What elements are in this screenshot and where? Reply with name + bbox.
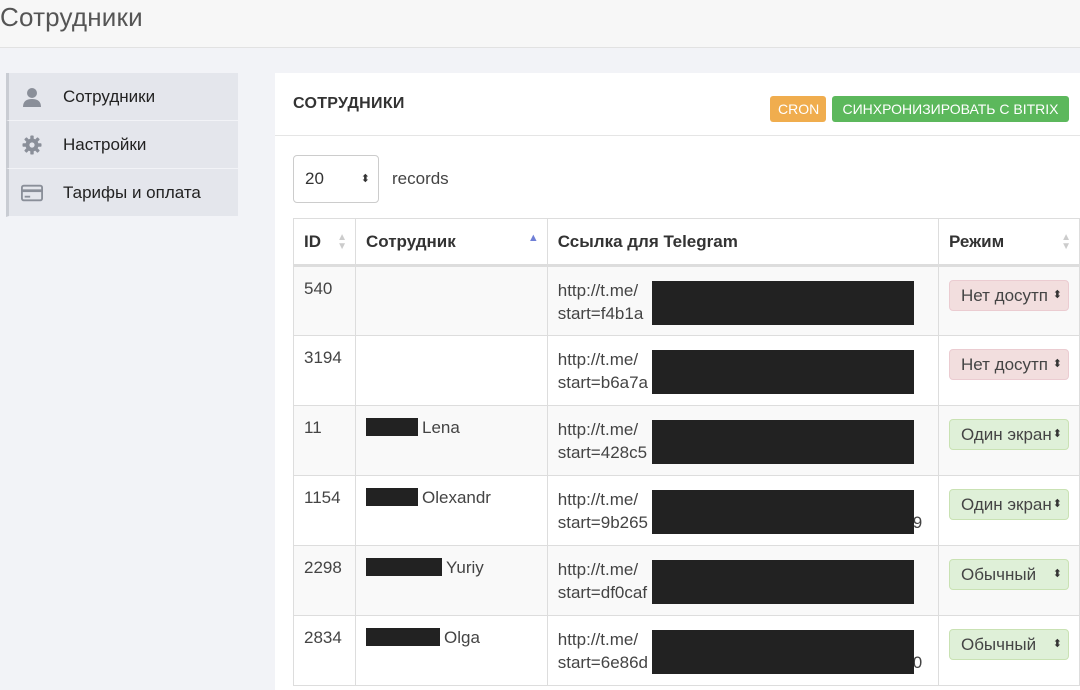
panel-title: СОТРУДНИКИ [293, 95, 405, 112]
redaction-block [651, 490, 914, 534]
employees-panel: СОТРУДНИКИ CRON СИНХРОНИЗИРОВАТЬ С BITRI… [275, 73, 1080, 690]
column-header-id[interactable]: ID ▲ ▼ [293, 218, 356, 267]
link-tail: 0 [912, 653, 923, 672]
page-title: Сотрудники [0, 2, 143, 32]
link-tail: 9 [912, 513, 923, 532]
select-arrows-icon: ⬍ [1050, 350, 1062, 379]
cell-employee: Yuriy [354, 545, 548, 616]
cell-id: 11 [293, 405, 356, 476]
mode-select[interactable]: Обычный ⬍ [948, 559, 1069, 590]
employee-name: Lena [421, 418, 460, 437]
mode-select[interactable]: Нет досутп ⬍ [948, 280, 1069, 311]
records-per-page-select[interactable]: 20 ⬍ [293, 155, 379, 203]
table-row: 2298 Yuriy http://t.me/ start=df0caf Обы… [293, 545, 1080, 616]
sidebar-item-label: Настройки [63, 134, 147, 154]
table-row: 2834 Olga http://t.me/ start=6e86d 0 Обыч… [293, 615, 1080, 686]
select-arrows-icon: ⬍ [1050, 560, 1062, 589]
cell-employee: Lena [354, 405, 548, 476]
top-bar: Сотрудники [0, 0, 1080, 48]
cell-employee [354, 265, 548, 336]
cell-telegram-link[interactable]: http://t.me/ start=9b265 9 [546, 475, 939, 546]
redaction-block [651, 350, 914, 394]
sidebar-item-billing[interactable]: Тарифы и оплата [6, 169, 238, 217]
cell-employee: Olexandr [354, 475, 548, 546]
select-arrows-icon: ⬍ [1050, 420, 1062, 449]
redaction-block [651, 281, 914, 325]
cell-employee [354, 335, 548, 406]
mode-select[interactable]: Один экран ⬍ [948, 419, 1069, 450]
mode-select[interactable]: Обычный ⬍ [948, 629, 1069, 660]
cell-id: 1154 [293, 475, 356, 546]
cell-employee: Olga [354, 615, 548, 686]
cell-telegram-link[interactable]: http://t.me/ start=f4b1a [546, 265, 939, 336]
cron-button[interactable]: CRON [770, 96, 826, 122]
sidebar-item-label: Сотрудники [63, 86, 156, 106]
redaction-block [651, 630, 914, 674]
select-arrows-icon: ⬍ [1050, 630, 1062, 659]
cell-telegram-link[interactable]: http://t.me/ start=b6a7a [546, 335, 939, 406]
redaction-block [365, 628, 440, 646]
cell-telegram-link[interactable]: http://t.me/ start=df0caf [546, 545, 939, 616]
employees-table: ID ▲ ▼ Сотрудник ▲ Ссылка для Telegram Ре… [293, 218, 1080, 686]
records-label: records [392, 169, 449, 188]
cell-id: 3194 [293, 335, 356, 406]
select-arrows-icon: ⬍ [1050, 281, 1062, 310]
table-row: 1154 Olexandr http://t.me/ start=9b265 9 … [293, 475, 1080, 546]
employee-name: Olga [443, 628, 480, 647]
cell-telegram-link[interactable]: http://t.me/ start=428c5 [546, 405, 939, 476]
sort-icon: ▲ ▼ [1061, 232, 1071, 252]
user-icon [21, 86, 43, 108]
redaction-block [651, 420, 914, 464]
sync-bitrix-button[interactable]: СИНХРОНИЗИРОВАТЬ С BITRIX [832, 96, 1069, 122]
cell-mode: Один экран ⬍ [937, 405, 1080, 476]
table-row: 540 http://t.me/ start=f4b1a Нет досутп ⬍ [293, 265, 1080, 336]
cell-mode: Нет досутп ⬍ [937, 265, 1080, 336]
mode-select[interactable]: Нет досутп ⬍ [948, 349, 1069, 380]
cell-mode: Нет досутп ⬍ [937, 335, 1080, 406]
cell-id: 2834 [293, 615, 356, 686]
sidebar: Сотрудники Настройки Тарифы и оплата [6, 73, 238, 217]
redaction-block [365, 488, 418, 506]
cell-mode: Обычный ⬍ [937, 615, 1080, 686]
redaction-block [365, 418, 418, 436]
sort-asc-icon: ▲ [527, 232, 539, 244]
sidebar-item-employees[interactable]: Сотрудники [6, 73, 238, 121]
column-header-mode[interactable]: Режим ▲ ▼ [937, 218, 1080, 267]
employee-name: Yuriy [445, 558, 484, 577]
panel-header: СОТРУДНИКИ CRON СИНХРОНИЗИРОВАТЬ С BITRI… [275, 73, 1080, 136]
sort-icon: ▲ ▼ [337, 232, 347, 252]
table-row: 3194 http://t.me/ start=b6a7a Нет досутп… [293, 335, 1080, 406]
employee-name: Olexandr [421, 488, 491, 507]
cell-mode: Обычный ⬍ [937, 545, 1080, 616]
column-header-employee[interactable]: Сотрудник ▲ [354, 218, 548, 267]
cell-telegram-link[interactable]: http://t.me/ start=6e86d 0 [546, 615, 939, 686]
select-arrows-icon: ⬍ [360, 173, 370, 185]
sidebar-item-settings[interactable]: Настройки [6, 121, 238, 169]
cell-id: 540 [293, 265, 356, 336]
redaction-block [651, 560, 914, 604]
column-header-link[interactable]: Ссылка для Telegram [546, 218, 939, 267]
cell-id: 2298 [293, 545, 356, 616]
select-arrows-icon: ⬍ [1050, 490, 1062, 519]
records-per-page-value: 20 [305, 169, 324, 188]
mode-select[interactable]: Один экран ⬍ [948, 489, 1069, 520]
table-row: 11 Lena http://t.me/ start=428c5 Один эк… [293, 405, 1080, 476]
sidebar-item-label: Тарифы и оплата [63, 182, 201, 202]
cell-mode: Один экран ⬍ [937, 475, 1080, 546]
gear-icon [21, 134, 43, 156]
credit-card-icon [21, 182, 43, 204]
redaction-block [365, 558, 442, 576]
